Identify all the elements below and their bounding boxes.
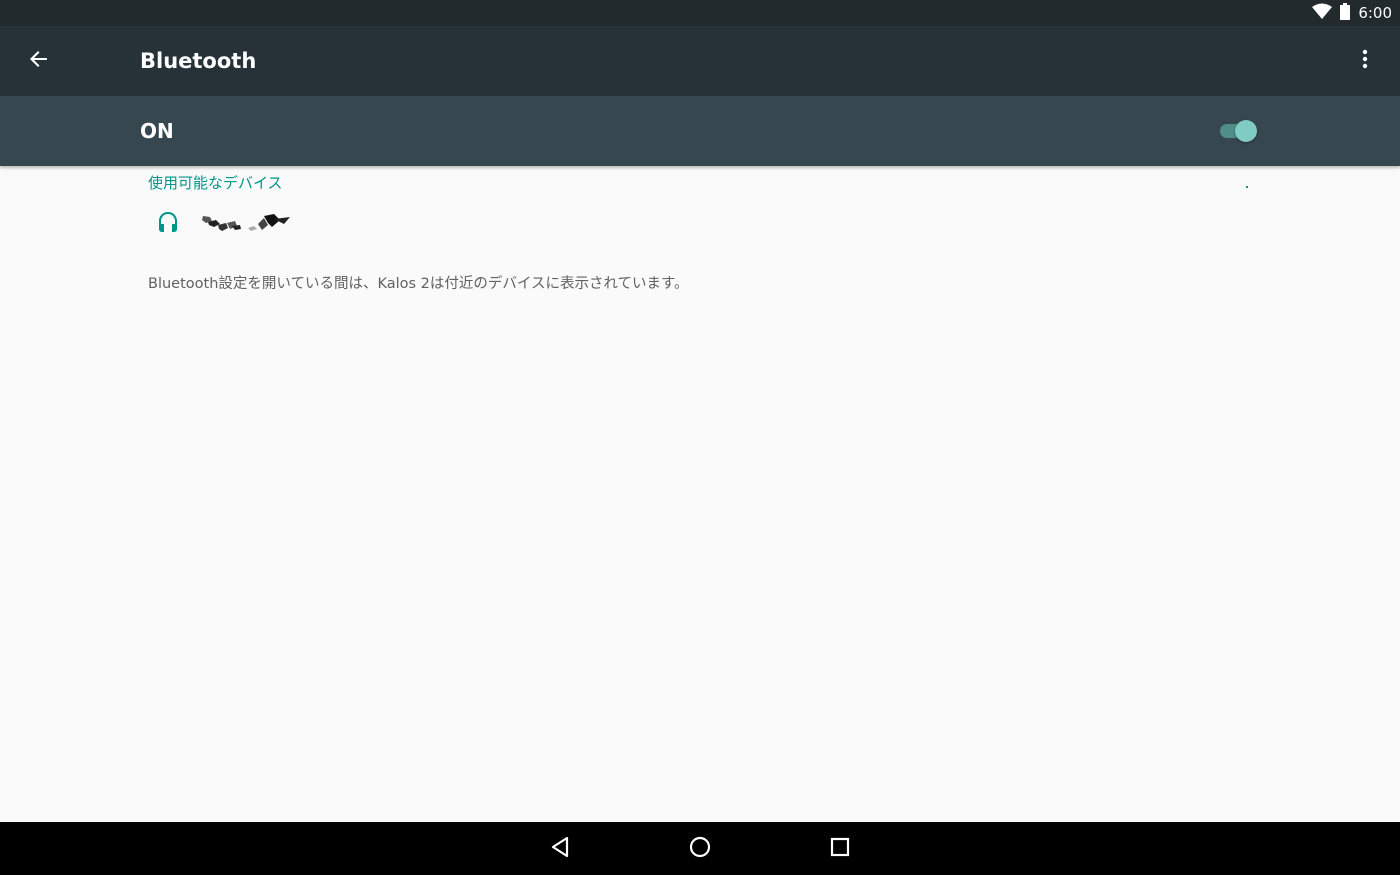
available-devices-header: 使用可能なデバイス [148,174,283,192]
overflow-menu-button[interactable] [1350,46,1380,76]
device-list-item[interactable] [140,198,1260,248]
toggle-thumb [1235,120,1257,142]
status-time: 6:00 [1358,4,1392,22]
wifi-icon [1312,3,1333,23]
recents-square-icon [830,837,850,861]
headphones-icon [156,210,180,234]
progress-indicator [1246,186,1248,188]
more-vert-icon [1362,49,1368,73]
bluetooth-toggle[interactable] [1220,120,1258,142]
back-triangle-icon [550,836,570,862]
device-name-redacted [200,211,295,235]
home-circle-icon [689,836,711,862]
nav-recents-button[interactable] [824,833,856,865]
switch-label: ON [140,119,174,143]
visibility-note: Bluetooth設定を開いている間は、Kalos 2は付近のデバイスに表示され… [148,276,689,292]
status-icons: 6:00 [1312,0,1392,26]
arrow-left-icon [29,49,49,73]
status-bar: 6:00 [0,0,1400,26]
battery-icon [1340,2,1351,24]
page-title: Bluetooth [140,49,257,73]
nav-home-button[interactable] [684,833,716,865]
app-bar: Bluetooth [0,26,1400,96]
navigation-bar [0,822,1400,875]
bluetooth-switch-bar[interactable]: ON [0,96,1400,166]
back-button[interactable] [24,46,54,76]
nav-back-button[interactable] [544,833,576,865]
